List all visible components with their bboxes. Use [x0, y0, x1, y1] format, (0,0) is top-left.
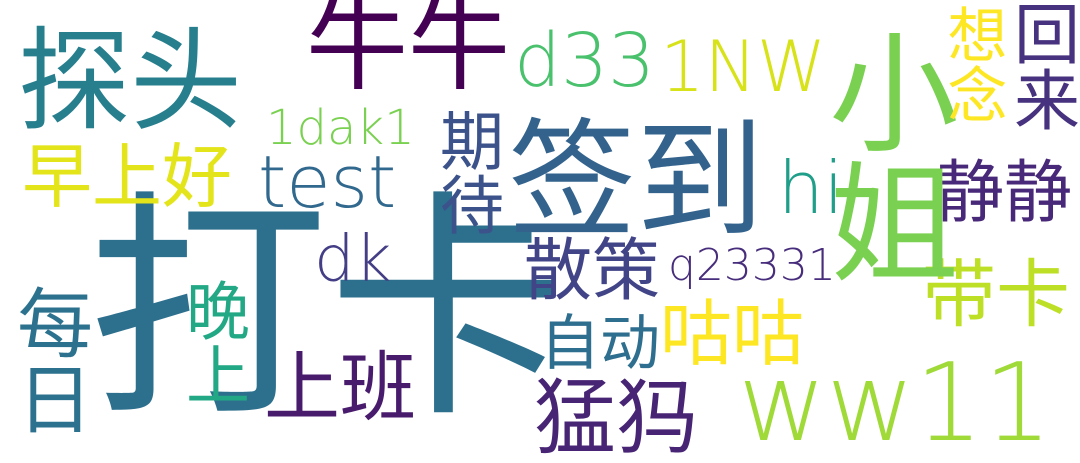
- word-zidong: 晚上: [175, 278, 249, 406]
- word-xiangnian: 想念: [937, 4, 1007, 124]
- word-qidai: 期待: [429, 108, 503, 236]
- word-tantou: 探头: [18, 17, 242, 147]
- word-xiaojie: 小姐: [807, 26, 959, 286]
- word-gugu: 咕咕: [660, 292, 805, 376]
- word-wanshang: 自动: [540, 309, 660, 379]
- word-1nw: 1NW: [660, 26, 827, 108]
- word-test: test: [258, 140, 397, 224]
- word-1dak1: 1dak1: [266, 100, 415, 156]
- word-qiandao: 签到: [508, 107, 765, 256]
- word-cloud: 打卡 签到 探头 牛牛 ww11 d33 1NW 早上好 test 1dak1 …: [0, 0, 1080, 463]
- word-shangban: 上班: [264, 343, 416, 432]
- word-d33: d33: [514, 18, 656, 104]
- word-zaoshanghao: 早上好: [22, 136, 232, 218]
- word-sance: 散策: [524, 232, 661, 311]
- word-mengma: 猛犸: [534, 371, 699, 463]
- word-niuniu: 牛牛: [306, 0, 510, 106]
- word-dk: dk: [314, 223, 392, 297]
- word-meiri: 每日: [4, 284, 93, 436]
- word-huilai: 回来: [1003, 0, 1080, 132]
